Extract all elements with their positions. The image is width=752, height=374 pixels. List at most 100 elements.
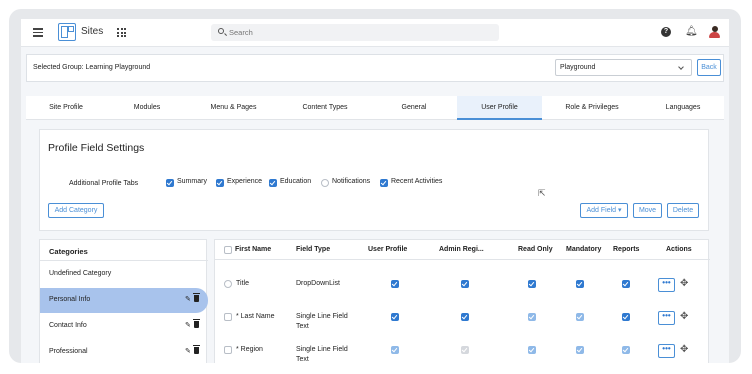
tab-role-privileges[interactable]: Role & Privileges xyxy=(542,96,642,120)
selected-group-label: Selected Group: Learning Playground xyxy=(33,64,151,71)
profile-field-settings-card: Profile Field Settings Additional Profil… xyxy=(39,129,709,231)
row-checkbox[interactable] xyxy=(224,346,232,354)
tab-general[interactable]: General xyxy=(371,96,457,120)
user-profile-checkbox[interactable] xyxy=(391,313,399,321)
mouse-pointer-icon: ⇱ xyxy=(538,188,546,198)
search-input[interactable] xyxy=(229,26,489,38)
category-label: Professional xyxy=(49,348,88,355)
field-type: Single Line Field xyxy=(296,346,348,353)
mandatory-checkbox[interactable] xyxy=(576,313,584,321)
page-title: Profile Field Settings xyxy=(48,142,145,154)
column-header-admin-registration[interactable]: Admin Regi... xyxy=(439,246,484,253)
tab-content-types[interactable]: Content Types xyxy=(279,96,371,120)
categories-panel: Categories Undefined Category Personal I… xyxy=(39,239,208,363)
app-name: Sites xyxy=(81,26,104,37)
drag-handle-icon[interactable]: ✥ xyxy=(680,312,690,322)
search-box[interactable] xyxy=(211,24,499,41)
notifications-label: Notifications xyxy=(332,178,371,185)
back-button[interactable]: Back xyxy=(697,59,721,76)
search-icon xyxy=(218,28,224,34)
field-type-subtext: Text xyxy=(296,323,309,330)
admin-registration-checkbox[interactable] xyxy=(461,280,469,288)
group-select[interactable]: Playground xyxy=(555,59,692,76)
drag-handle-icon[interactable]: ✥ xyxy=(680,345,690,355)
reports-checkbox[interactable] xyxy=(622,280,630,288)
read-only-checkbox[interactable] xyxy=(528,346,536,354)
chevron-down-icon xyxy=(678,64,684,70)
edit-icon[interactable]: ✎ xyxy=(185,347,191,355)
read-only-checkbox[interactable] xyxy=(528,280,536,288)
edit-icon[interactable]: ✎ xyxy=(185,321,191,329)
tab-site-profile[interactable]: Site Profile xyxy=(26,96,106,120)
notifications-checkbox[interactable] xyxy=(321,179,329,187)
education-checkbox[interactable] xyxy=(269,179,277,187)
category-label: Contact Info xyxy=(49,322,87,329)
user-profile-checkbox[interactable] xyxy=(391,346,399,354)
experience-label: Experience xyxy=(227,178,263,185)
field-name: * Region xyxy=(236,346,263,353)
column-header-mandatory[interactable]: Mandatory xyxy=(566,246,601,253)
add-category-button[interactable]: Add Category xyxy=(48,203,104,218)
select-all-checkbox[interactable] xyxy=(224,246,232,254)
divider xyxy=(40,260,208,261)
row-actions-button[interactable]: ••• xyxy=(658,344,675,358)
category-item[interactable]: Contact Info ✎ xyxy=(40,314,208,339)
read-only-checkbox[interactable] xyxy=(528,313,536,321)
user-profile-checkbox[interactable] xyxy=(391,280,399,288)
field-type: Single Line Field xyxy=(296,313,348,320)
add-field-label: Add Field xyxy=(586,207,617,214)
tab-languages[interactable]: Languages xyxy=(642,96,724,120)
summary-label: Summary xyxy=(177,178,207,185)
category-item[interactable]: Professional ✎ xyxy=(40,340,208,363)
tab-modules[interactable]: Modules xyxy=(106,96,188,120)
delete-button[interactable]: Delete xyxy=(667,203,699,218)
row-actions-button[interactable]: ••• xyxy=(658,278,675,292)
field-type: DropDownList xyxy=(296,280,340,287)
recent-activities-label: Recent Activities xyxy=(391,178,443,185)
column-header-first-name[interactable]: First Name xyxy=(235,246,271,253)
categories-header: Categories xyxy=(49,247,88,256)
additional-profile-tabs-label: Additional Profile Tabs xyxy=(69,180,139,187)
hamburger-menu-icon[interactable] xyxy=(33,28,43,37)
category-item[interactable]: Undefined Category xyxy=(40,262,208,287)
category-item-selected[interactable]: Personal Info ✎ xyxy=(40,288,208,313)
app-window: Sites ? 🔔︎ Selected Group: Learning Play… xyxy=(21,19,729,363)
edit-icon[interactable]: ✎ xyxy=(185,295,191,303)
admin-registration-checkbox[interactable] xyxy=(461,346,469,354)
move-button[interactable]: Move xyxy=(633,203,662,218)
trash-icon[interactable] xyxy=(193,293,200,302)
column-header-user-profile[interactable]: User Profile xyxy=(368,246,407,253)
trash-icon[interactable] xyxy=(193,345,200,354)
mandatory-checkbox[interactable] xyxy=(576,280,584,288)
help-icon[interactable]: ? xyxy=(661,27,671,37)
trash-icon[interactable] xyxy=(193,319,200,328)
top-bar: Sites ? 🔔︎ xyxy=(21,19,729,47)
field-name: * Last Name xyxy=(236,313,275,320)
drag-handle-icon[interactable]: ✥ xyxy=(680,279,690,289)
add-field-button[interactable]: Add Field ▾ xyxy=(580,203,628,218)
row-actions-button[interactable]: ••• xyxy=(658,311,675,325)
notification-bell-icon[interactable]: 🔔︎ xyxy=(685,26,698,37)
column-header-field-type[interactable]: Field Type xyxy=(296,246,330,253)
summary-checkbox[interactable] xyxy=(166,179,174,187)
experience-checkbox[interactable] xyxy=(216,179,224,187)
divider xyxy=(215,259,710,260)
reports-checkbox[interactable] xyxy=(622,346,630,354)
row-checkbox[interactable] xyxy=(224,313,232,321)
column-header-reports[interactable]: Reports xyxy=(613,246,639,253)
mandatory-checkbox[interactable] xyxy=(576,346,584,354)
field-name: Title xyxy=(236,280,249,287)
column-header-read-only[interactable]: Read Only xyxy=(518,246,553,253)
admin-registration-checkbox[interactable] xyxy=(461,313,469,321)
group-bar: Selected Group: Learning Playground Play… xyxy=(26,54,724,82)
window-frame: Sites ? 🔔︎ Selected Group: Learning Play… xyxy=(9,9,741,363)
avatar[interactable] xyxy=(709,26,720,38)
group-select-value: Playground xyxy=(560,64,596,71)
column-header-actions: Actions xyxy=(666,246,692,253)
tab-user-profile[interactable]: User Profile xyxy=(457,96,542,120)
tab-menu-pages[interactable]: Menu & Pages xyxy=(188,96,279,120)
recent-activities-checkbox[interactable] xyxy=(380,179,388,187)
reports-checkbox[interactable] xyxy=(622,313,630,321)
row-checkbox[interactable] xyxy=(224,280,232,288)
apps-grid-icon[interactable] xyxy=(117,28,126,37)
